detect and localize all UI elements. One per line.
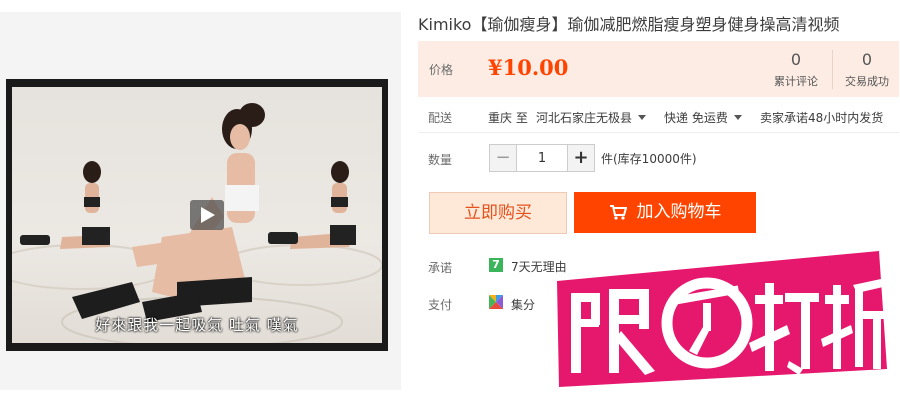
jifen-payment-icon (489, 295, 503, 309)
shipping-method: 快递 免运费 (664, 111, 728, 125)
reviews-label: 累计评论 (774, 75, 818, 88)
quantity-input[interactable] (517, 145, 567, 171)
seven-day-return-icon: 7 (489, 258, 503, 272)
quantity-label: 数量 (428, 153, 453, 167)
quantity-decrease-button[interactable]: − (490, 145, 517, 171)
shipping-from: 重庆 至 (488, 111, 528, 125)
shipping-method-select[interactable]: 快递 免运费 (664, 109, 742, 126)
product-title: Kimiko【瑜伽瘦身】瑜伽减肥燃脂瘦身塑身健身操高清视频 (418, 15, 840, 34)
shipping-promise: 卖家承诺48小时内发货 (760, 111, 884, 125)
payment-label: 支付 (428, 298, 453, 312)
quantity-increase-button[interactable]: + (567, 145, 594, 171)
shipping-destination-select[interactable]: 河北石家庄无极县 (536, 109, 647, 126)
sales-count: 0 (861, 50, 873, 69)
shipping-row: 配送 重庆 至 河北石家庄无极县 快递 免运费 卖家承诺48小时内发货 (418, 106, 899, 133)
add-to-cart-button[interactable]: 加入购物车 (574, 192, 756, 233)
video-subtitle: 好來跟我一起吸氣 吐氣 嘆氣 (95, 316, 299, 334)
chevron-down-icon (733, 115, 742, 120)
reviews-stat[interactable]: 0 累计评论 (762, 50, 830, 89)
promise-label: 承诺 (428, 261, 453, 275)
payment-text: 集分 (511, 298, 536, 312)
limited-time-discount-badge (535, 235, 900, 405)
price-box: 价格 ¥10.00 0 累计评论 0 交易成功 (418, 41, 899, 97)
sales-stat: 0 交易成功 (832, 50, 900, 89)
video-frame: 好來跟我一起吸氣 吐氣 嘆氣 (12, 87, 382, 343)
chevron-down-icon (638, 115, 647, 120)
cart-icon (609, 205, 627, 220)
add-to-cart-label: 加入购物车 (636, 202, 722, 222)
discount-badge-graphic (549, 239, 895, 395)
price-label: 价格 (429, 63, 454, 77)
video-panel: 好來跟我一起吸氣 吐氣 嘆氣 (0, 12, 401, 390)
play-button[interactable] (190, 200, 224, 230)
price-value: ¥10.00 (488, 55, 569, 80)
shipping-destination: 河北石家庄无极县 (536, 111, 633, 125)
sales-label: 交易成功 (845, 75, 889, 88)
play-icon (201, 207, 215, 223)
quantity-stepper: − + (489, 144, 595, 172)
buy-now-button[interactable]: 立即购买 (429, 192, 567, 234)
shipping-label: 配送 (428, 111, 453, 125)
stock-info: 件(库存10000件) (601, 152, 697, 166)
video-player[interactable]: 好來跟我一起吸氣 吐氣 嘆氣 (6, 79, 388, 351)
reviews-count: 0 (790, 50, 802, 69)
